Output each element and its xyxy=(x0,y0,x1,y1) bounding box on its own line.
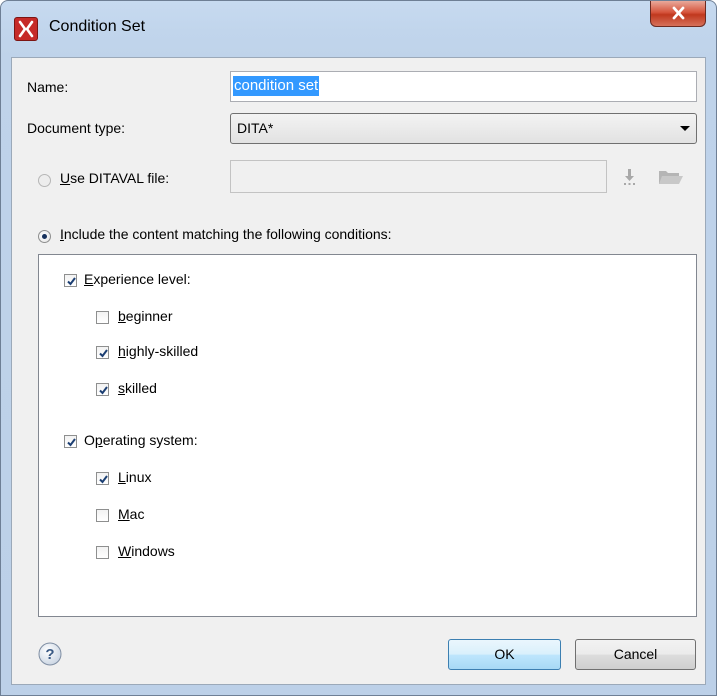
document-type-combo[interactable]: DITA* xyxy=(230,113,697,144)
checkmark-icon xyxy=(99,386,108,395)
operating-system-label: Operating system: xyxy=(84,432,198,448)
window-title: Condition Set xyxy=(49,18,146,35)
title-bar[interactable]: Condition Set xyxy=(1,1,716,57)
chevron-down-icon xyxy=(680,126,690,131)
operating-system-checkbox[interactable] xyxy=(64,435,77,448)
include-conditions-radio[interactable] xyxy=(38,230,51,243)
mac-label: Mac xyxy=(118,506,145,522)
checkmark-icon xyxy=(99,349,108,358)
mac-checkbox[interactable] xyxy=(96,509,109,522)
checkmark-icon xyxy=(99,475,108,484)
checkmark-icon xyxy=(67,438,76,447)
ditaval-file-field[interactable] xyxy=(230,160,607,193)
linux-checkbox[interactable] xyxy=(96,472,109,485)
use-ditaval-radio[interactable] xyxy=(38,174,51,187)
dialog-content: Name: condition set Document type: DITA*… xyxy=(11,57,706,685)
ok-button[interactable]: OK xyxy=(448,639,561,670)
checkmark-icon xyxy=(67,277,76,286)
use-ditaval-label: Use DITAVAL file: xyxy=(60,170,170,186)
close-icon xyxy=(672,6,685,20)
experience-level-checkbox[interactable] xyxy=(64,274,77,287)
beginner-checkbox[interactable] xyxy=(96,311,109,324)
document-type-label: Document type: xyxy=(27,120,126,136)
close-button[interactable] xyxy=(650,1,706,27)
folder-icon[interactable] xyxy=(658,168,684,186)
name-value: condition set xyxy=(233,76,320,96)
document-type-value: DITA* xyxy=(237,120,274,136)
linux-label: Linux xyxy=(118,469,152,485)
windows-label: Windows xyxy=(118,543,175,559)
experience-level-label: Experience level: xyxy=(84,271,191,287)
download-arrow-icon[interactable] xyxy=(622,168,638,186)
highly-skilled-checkbox[interactable] xyxy=(96,346,109,359)
highly-skilled-label: highly-skilled xyxy=(118,343,199,359)
svg-text:?: ? xyxy=(45,646,54,663)
name-field[interactable]: condition set xyxy=(230,71,697,102)
radio-selected-dot xyxy=(42,234,47,239)
oxygen-x-icon xyxy=(14,17,38,41)
skilled-checkbox[interactable] xyxy=(96,383,109,396)
dialog-window: Condition Set Name: condition set Docume… xyxy=(0,0,717,696)
include-conditions-label: Include the content matching the followi… xyxy=(60,226,392,242)
cancel-button[interactable]: Cancel xyxy=(575,639,696,670)
beginner-label: beginner xyxy=(118,308,173,324)
name-label: Name: xyxy=(27,79,69,95)
help-icon[interactable]: ? xyxy=(38,642,62,666)
windows-checkbox[interactable] xyxy=(96,546,109,559)
conditions-panel: Experience level: beginner highly-skille… xyxy=(38,254,697,617)
skilled-label: skilled xyxy=(118,380,157,396)
